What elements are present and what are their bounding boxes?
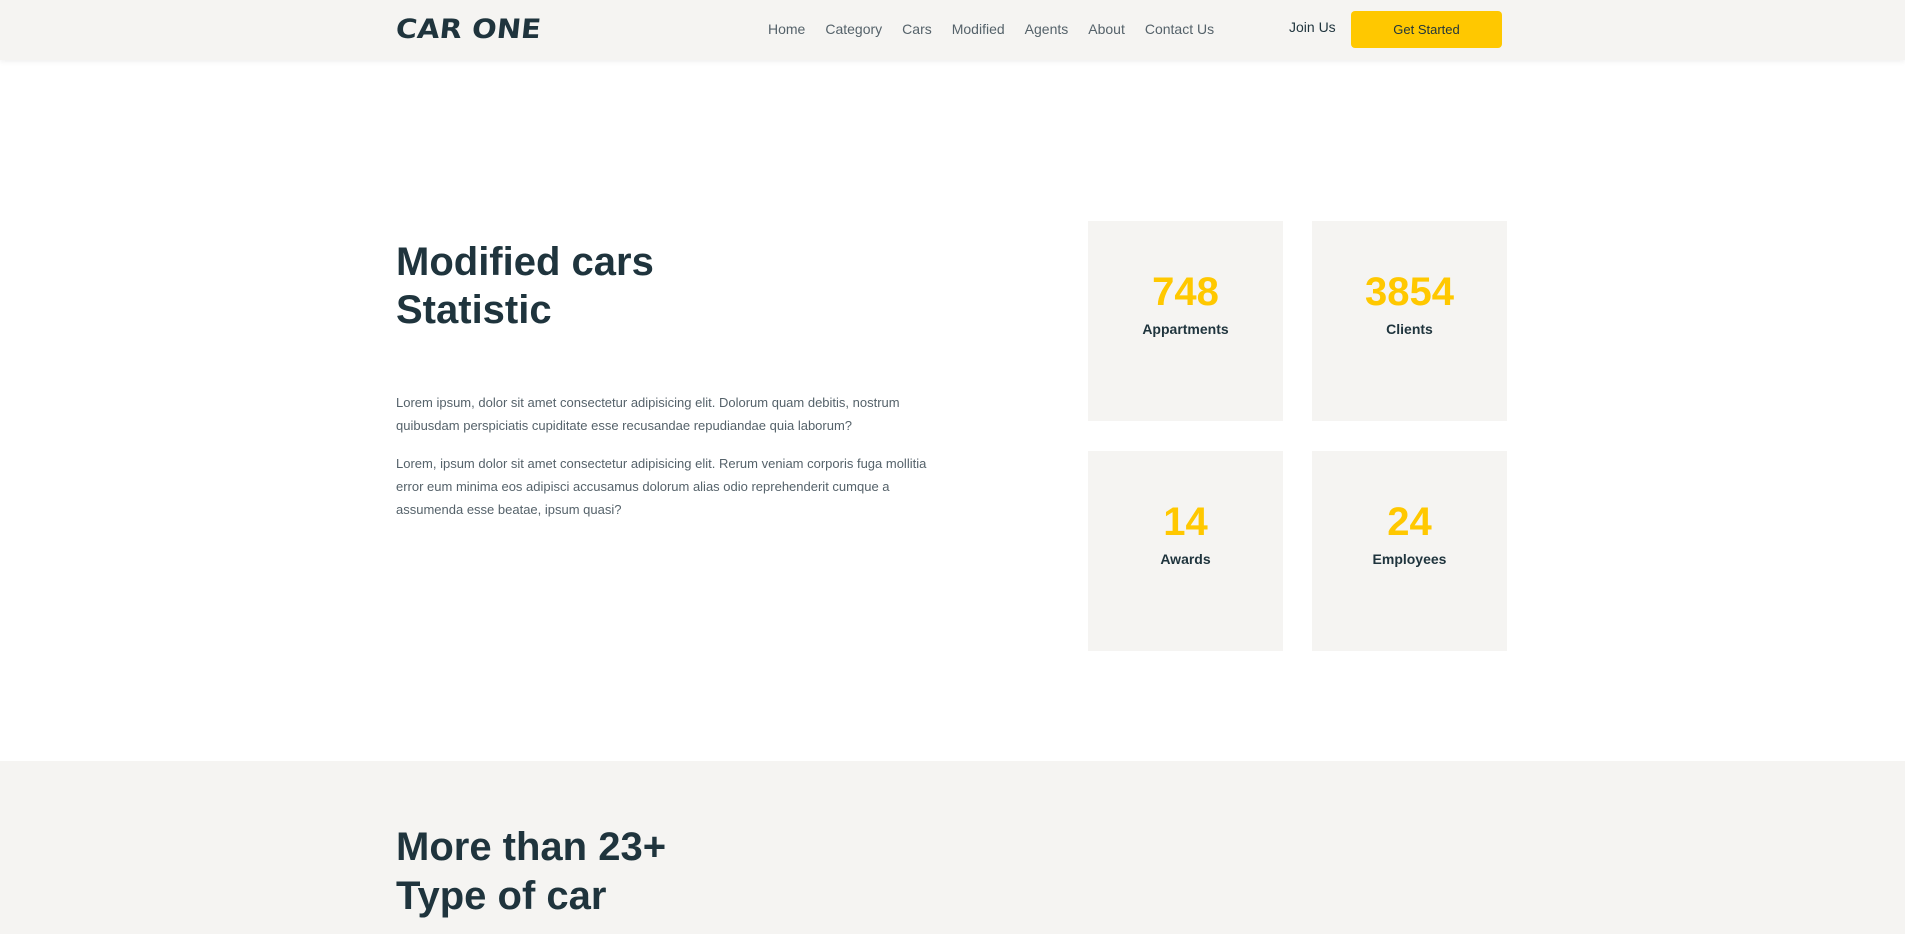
join-us-link[interactable]: Join Us	[1289, 19, 1336, 35]
stat-label: Clients	[1386, 321, 1433, 337]
stat-label: Employees	[1372, 551, 1447, 567]
nav-cars[interactable]: Cars	[902, 21, 932, 37]
stat-label: Appartments	[1142, 321, 1229, 337]
nav-about[interactable]: About	[1088, 21, 1125, 37]
stats-title-line1: Modified cars	[396, 240, 654, 284]
site-header: CAR ONE Home Category Cars Modified Agen…	[0, 0, 1905, 60]
nav-modified[interactable]: Modified	[952, 21, 1005, 37]
car-types-title-line2: Type of car	[396, 874, 607, 918]
logo[interactable]: CAR ONE	[394, 13, 542, 44]
get-started-button[interactable]: Get Started	[1351, 11, 1502, 48]
stats-paragraph-1: Lorem ipsum, dolor sit amet consectetur …	[396, 395, 900, 433]
stat-card-clients: 3854 Clients	[1312, 221, 1507, 421]
stat-value: 24	[1387, 500, 1432, 544]
nav-category[interactable]: Category	[825, 21, 882, 37]
stat-card-employees: 24 Employees	[1312, 451, 1507, 651]
nav-contact-us[interactable]: Contact Us	[1145, 21, 1214, 37]
car-types-section: More than 23+ Type of car	[0, 761, 1905, 934]
stat-label: Awards	[1160, 551, 1211, 567]
car-types-title: More than 23+ Type of car	[396, 823, 896, 921]
stats-title: Modified cars Statistic	[396, 238, 896, 334]
nav-agents[interactable]: Agents	[1025, 21, 1069, 37]
main-nav: Home Category Cars Modified Agents About…	[768, 21, 1214, 37]
stats-paragraph-2: Lorem, ipsum dolor sit amet consectetur …	[396, 456, 927, 517]
stat-value: 14	[1163, 500, 1208, 544]
car-types-title-line1: More than 23+	[396, 825, 667, 869]
stat-value: 3854	[1365, 270, 1454, 314]
stats-title-line2: Statistic	[396, 288, 552, 332]
stat-value: 748	[1152, 270, 1219, 314]
stat-card-awards: 14 Awards	[1088, 451, 1283, 651]
nav-home[interactable]: Home	[768, 21, 805, 37]
stat-card-appartments: 748 Appartments	[1088, 221, 1283, 421]
